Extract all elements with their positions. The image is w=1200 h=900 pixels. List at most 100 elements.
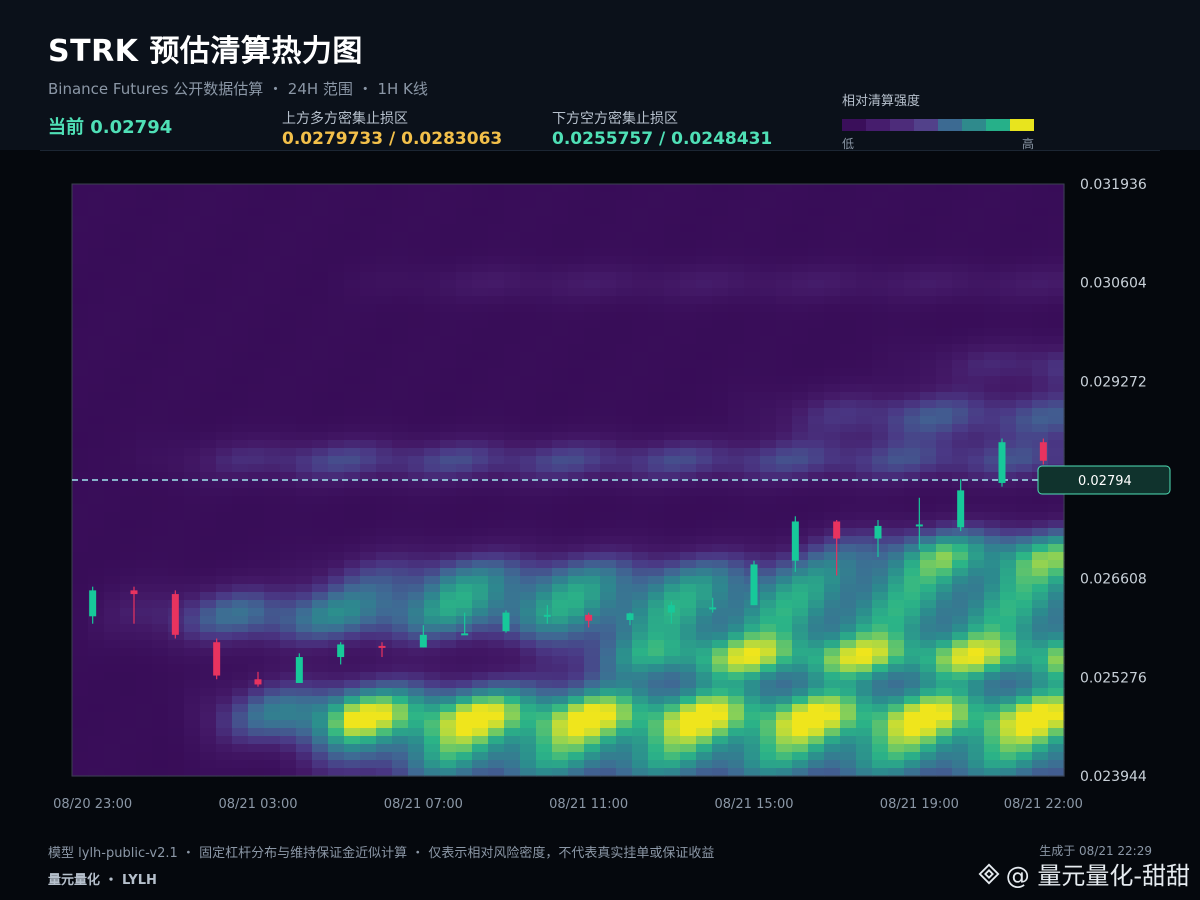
heatmap-cell xyxy=(248,584,265,593)
heatmap-cell xyxy=(136,328,153,337)
heatmap-cell xyxy=(888,360,905,369)
heatmap-cell xyxy=(712,256,729,265)
heatmap-cell xyxy=(552,408,569,417)
heatmap-cell xyxy=(232,544,249,553)
heatmap-cell xyxy=(712,600,729,609)
heatmap-cell xyxy=(296,200,313,209)
heatmap-cell xyxy=(120,288,137,297)
candle-body xyxy=(254,679,262,685)
heatmap-cell xyxy=(488,336,505,345)
heatmap-cell xyxy=(856,352,873,361)
heatmap-cell xyxy=(1032,312,1049,321)
heatmap-cell xyxy=(792,256,809,265)
heatmap-cell xyxy=(552,568,569,577)
heatmap-cell xyxy=(1032,408,1049,417)
heatmap-cell xyxy=(808,408,825,417)
heatmap-cell xyxy=(360,336,377,345)
heatmap-cell xyxy=(712,536,729,545)
heatmap-cell xyxy=(120,400,137,409)
heatmap-cell xyxy=(136,224,153,233)
heatmap-cell xyxy=(552,448,569,457)
heatmap-cell xyxy=(840,480,857,489)
heatmap-cell xyxy=(1016,528,1033,537)
heatmap-cell xyxy=(568,240,585,249)
heatmap-cell xyxy=(808,280,825,289)
heatmap-cell xyxy=(808,200,825,209)
heatmap-cell xyxy=(744,232,761,241)
heatmap-cell xyxy=(216,448,233,457)
heatmap-cell xyxy=(472,456,489,465)
heatmap-cell xyxy=(88,264,105,273)
heatmap-cell xyxy=(344,224,361,233)
heatmap-cell xyxy=(824,264,841,273)
heatmap-cell xyxy=(312,240,329,249)
heatmap-cell xyxy=(952,360,969,369)
heatmap-cell xyxy=(328,768,345,777)
heatmap-cell xyxy=(792,264,809,273)
heatmap-cell xyxy=(792,424,809,433)
heatmap-cell xyxy=(648,216,665,225)
heatmap-cell xyxy=(760,232,777,241)
heatmap-cell xyxy=(760,712,777,721)
heatmap-cell xyxy=(520,656,537,665)
heatmap-cell xyxy=(312,552,329,561)
heatmap-cell xyxy=(584,256,601,265)
heatmap-cell xyxy=(360,432,377,441)
heatmap-cell xyxy=(1000,736,1017,745)
heatmap-cell xyxy=(440,352,457,361)
heatmap-cell xyxy=(1048,328,1065,337)
heatmap-cell xyxy=(664,448,681,457)
heatmap-cell xyxy=(408,424,425,433)
heatmap-cell xyxy=(72,488,89,497)
heatmap-cell xyxy=(984,312,1001,321)
heatmap-cell xyxy=(600,648,617,657)
heatmap-cell xyxy=(744,656,761,665)
heatmap-cell xyxy=(88,368,105,377)
heatmap-cell xyxy=(360,248,377,257)
heatmap-cell xyxy=(424,280,441,289)
heatmap-cell xyxy=(248,712,265,721)
heatmap-cell xyxy=(168,384,185,393)
heatmap-cell xyxy=(936,440,953,449)
heatmap-cell xyxy=(648,424,665,433)
heatmap-cell xyxy=(648,688,665,697)
heatmap-cell xyxy=(520,616,537,625)
heatmap-cell xyxy=(216,424,233,433)
heatmap-cell xyxy=(248,688,265,697)
heatmap-cell xyxy=(968,536,985,545)
heatmap-cell xyxy=(264,664,281,673)
heatmap-cell xyxy=(344,552,361,561)
heatmap-cell xyxy=(664,392,681,401)
heatmap-cell xyxy=(648,456,665,465)
heatmap-cell xyxy=(552,624,569,633)
heatmap-cell xyxy=(584,544,601,553)
heatmap-cell xyxy=(712,688,729,697)
heatmap-cell xyxy=(936,712,953,721)
heatmap-cell xyxy=(392,424,409,433)
heatmap-cell xyxy=(88,560,105,569)
heatmap-cell xyxy=(232,208,249,217)
heatmap-cell xyxy=(392,680,409,689)
heatmap-cell xyxy=(1000,656,1017,665)
heatmap-cell xyxy=(744,344,761,353)
heatmap-cell xyxy=(120,728,137,737)
heatmap-cell xyxy=(408,232,425,241)
heatmap-cell xyxy=(648,584,665,593)
heatmap-cell xyxy=(920,312,937,321)
heatmap-cell xyxy=(920,632,937,641)
heatmap-cell xyxy=(1000,568,1017,577)
heatmap-cell xyxy=(984,456,1001,465)
heatmap-cell xyxy=(552,656,569,665)
heatmap-cell xyxy=(744,512,761,521)
heatmap-cell xyxy=(152,320,169,329)
heatmap-cell xyxy=(424,712,441,721)
heatmap-cell xyxy=(520,624,537,633)
heatmap-cell xyxy=(600,208,617,217)
heatmap-cell xyxy=(776,376,793,385)
heatmap-cell xyxy=(904,376,921,385)
candle-body xyxy=(419,634,427,648)
heatmap-cell xyxy=(136,184,153,193)
heatmap-cell xyxy=(424,656,441,665)
heatmap-cell xyxy=(184,256,201,265)
heatmap-cell xyxy=(968,408,985,417)
